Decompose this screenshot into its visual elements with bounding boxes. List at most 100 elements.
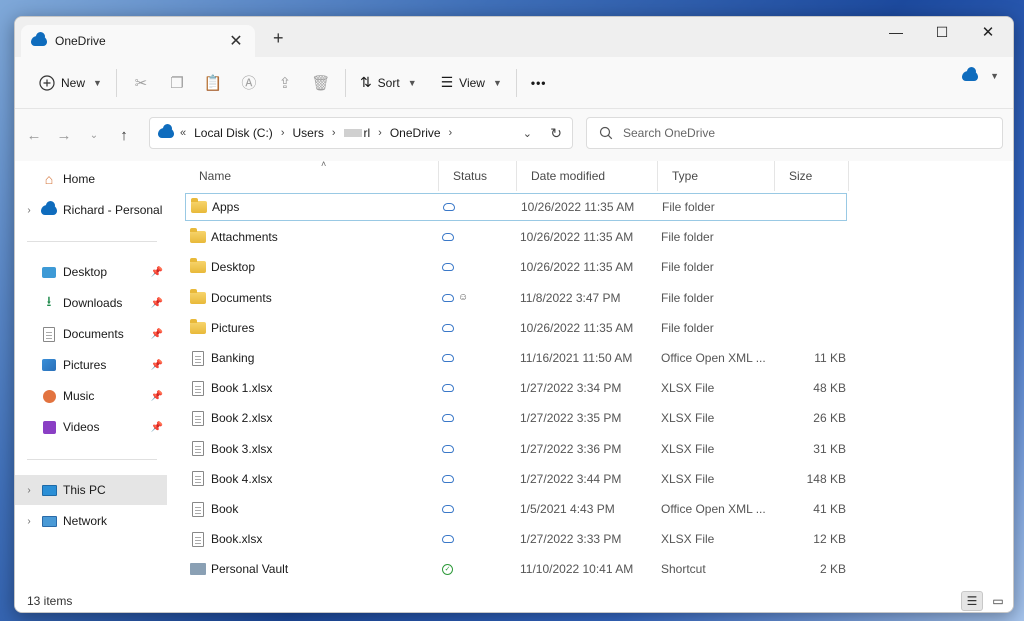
file-type: Office Open XML ... <box>661 502 766 516</box>
table-row[interactable]: Banking 11/16/2021 11:50 AM Office Open XM… <box>185 344 847 372</box>
pin-icon[interactable]: 📌 <box>151 422 163 433</box>
copy-icon[interactable]: ❐ <box>159 67 195 99</box>
table-row[interactable]: Book 1/5/2021 4:43 PM Office Open XML ... 4… <box>185 495 847 523</box>
overflow-icon[interactable]: « <box>180 127 186 139</box>
file-type: XLSX File <box>661 411 715 426</box>
sidebar-item-videos[interactable]: Videos 📌 <box>15 412 167 442</box>
plus-circle-icon <box>39 74 55 91</box>
pin-icon[interactable]: 📌 <box>151 360 163 371</box>
search-input[interactable]: Search OneDrive <box>623 126 715 140</box>
delete-icon[interactable]: 🗑 <box>303 67 339 99</box>
sidebar-divider <box>27 459 157 460</box>
column-header-size[interactable]: Size <box>775 161 849 191</box>
refresh-icon[interactable]: ↻ <box>550 125 562 142</box>
sidebar-item-documents[interactable]: Documents 📌 <box>15 319 167 349</box>
chevron-right-icon[interactable]: › <box>19 485 39 496</box>
forward-arrow-icon[interactable]: → <box>49 127 79 144</box>
cloud-icon <box>442 323 454 332</box>
sidebar-item-label: Downloads <box>63 296 123 310</box>
cloud-icon <box>443 203 455 211</box>
desktop-icon <box>39 264 59 280</box>
sort-icon: ⇅ <box>359 74 372 90</box>
view-button[interactable]: ☰ View ▼ <box>433 67 510 99</box>
table-row[interactable]: Documents ☺ 11/8/2022 3:47 PM File folder <box>185 284 847 312</box>
chevron-right-icon[interactable]: › <box>19 205 39 216</box>
file-date: 11/10/2022 10:41 AM <box>520 562 634 577</box>
breadcrumb-user[interactable]: rl <box>343 126 370 140</box>
rename-icon[interactable]: Ⓐ <box>231 67 267 99</box>
sort-button[interactable]: ⇅ Sort ▼ <box>352 67 425 99</box>
folder-icon <box>190 228 206 244</box>
search-box[interactable]: Search OneDrive <box>586 117 1003 149</box>
pin-icon[interactable]: 📌 <box>151 298 163 309</box>
tab-onedrive[interactable]: OneDrive ✕ <box>21 25 255 57</box>
file-size <box>778 223 846 251</box>
tiles-view-icon[interactable]: ▭ <box>987 591 1009 611</box>
chevron-down-icon[interactable]: ⌄ <box>523 127 532 140</box>
sidebar-divider <box>27 241 157 242</box>
chevron-right-icon[interactable]: › <box>281 127 285 139</box>
table-row[interactable]: Personal Vault ✓ 11/10/2022 10:41 AM Shortc… <box>185 555 847 583</box>
chevron-right-icon[interactable]: › <box>449 127 453 139</box>
sidebar-item-music[interactable]: Music 📌 <box>15 381 167 411</box>
recent-locations-icon[interactable]: ⌄ <box>79 130 109 141</box>
table-row[interactable]: Book 2.xlsx 1/27/2022 3:35 PM XLSX File 26 … <box>185 404 847 432</box>
toolbar-divider <box>115 68 117 97</box>
minimize-button[interactable]: — <box>873 17 919 47</box>
table-row[interactable]: Desktop 10/26/2022 11:35 AM File folder <box>185 253 847 281</box>
sidebar-item-pictures[interactable]: Pictures 📌 <box>15 350 167 380</box>
table-row[interactable]: Book 4.xlsx 1/27/2022 3:44 PM XLSX File 148… <box>185 465 847 493</box>
file-date: 10/26/2022 11:35 AM <box>520 320 634 335</box>
up-arrow-icon[interactable]: ↑ <box>109 127 139 144</box>
more-options-button[interactable]: ••• <box>523 67 555 99</box>
file-name: Attachments <box>211 230 278 245</box>
new-button[interactable]: New ▼ <box>31 67 110 99</box>
cut-icon[interactable]: ✂ <box>123 67 159 99</box>
share-icon[interactable]: ⇪ <box>267 67 303 99</box>
file-icon <box>192 380 204 396</box>
table-row[interactable]: Book 3.xlsx 1/27/2022 3:36 PM XLSX File 31 … <box>185 435 847 463</box>
file-size <box>778 284 846 312</box>
pin-icon[interactable]: 📌 <box>151 329 163 340</box>
column-header-type[interactable]: Type <box>658 161 775 191</box>
column-header-date[interactable]: Date modified <box>517 161 658 191</box>
cloud-icon <box>442 293 454 302</box>
address-bar[interactable]: « Local Disk (C:) › Users › rl › OneDriv… <box>149 117 573 149</box>
sidebar-item-onedrive[interactable]: › Richard - Personal <box>15 195 167 225</box>
column-header-name[interactable]: Name <box>185 161 439 191</box>
chevron-right-icon[interactable]: › <box>332 127 336 139</box>
breadcrumb-local-disk[interactable]: Local Disk (C:) <box>194 126 273 140</box>
new-tab-button[interactable]: + <box>273 28 284 49</box>
breadcrumb-onedrive[interactable]: OneDrive <box>390 126 441 140</box>
close-tab-icon[interactable]: ✕ <box>227 31 245 51</box>
close-window-button[interactable]: ✕ <box>965 17 1011 47</box>
table-row[interactable]: Attachments 10/26/2022 11:35 AM File folde… <box>185 223 847 251</box>
file-date: 10/26/2022 11:35 AM <box>520 260 634 275</box>
table-row[interactable]: Book 1.xlsx 1/27/2022 3:34 PM XLSX File 48 … <box>185 374 847 402</box>
file-size: 11 KB <box>814 351 846 365</box>
sidebar-item-label: Documents <box>63 327 124 341</box>
file-name: Banking <box>211 351 255 365</box>
sidebar-item-network[interactable]: › Network <box>15 506 167 536</box>
pin-icon[interactable]: 📌 <box>151 391 163 402</box>
table-row[interactable]: Book.xlsx 1/27/2022 3:33 PM XLSX File 12 KB <box>185 525 847 553</box>
pin-icon[interactable]: 📌 <box>151 267 163 278</box>
maximize-button[interactable]: ☐ <box>919 17 965 47</box>
sidebar-item-desktop[interactable]: Desktop 📌 <box>15 257 167 287</box>
column-header-status[interactable]: Status <box>439 161 517 191</box>
sidebar-item-home[interactable]: ⌂ Home <box>15 164 167 194</box>
back-arrow-icon[interactable]: ← <box>19 127 49 144</box>
chevron-right-icon[interactable]: › <box>19 516 39 527</box>
breadcrumb-users[interactable]: Users <box>292 126 323 140</box>
onedrive-status-button[interactable]: ▼ <box>962 67 999 81</box>
table-row[interactable]: Pictures 10/26/2022 11:35 AM File folder <box>185 314 847 342</box>
sidebar-item-downloads[interactable]: ⭳ Downloads 📌 <box>15 288 167 318</box>
paste-icon[interactable]: 📋 <box>195 67 231 99</box>
table-row[interactable]: Apps 10/26/2022 11:35 AM File folder <box>185 193 847 221</box>
sidebar-item-this-pc[interactable]: › This PC <box>15 475 167 505</box>
details-view-icon[interactable]: ☰ <box>961 591 983 611</box>
file-icon <box>192 410 204 426</box>
chevron-right-icon[interactable]: › <box>378 127 382 139</box>
onedrive-cloud-icon <box>158 124 174 138</box>
sidebar-item-label: Pictures <box>63 358 107 372</box>
